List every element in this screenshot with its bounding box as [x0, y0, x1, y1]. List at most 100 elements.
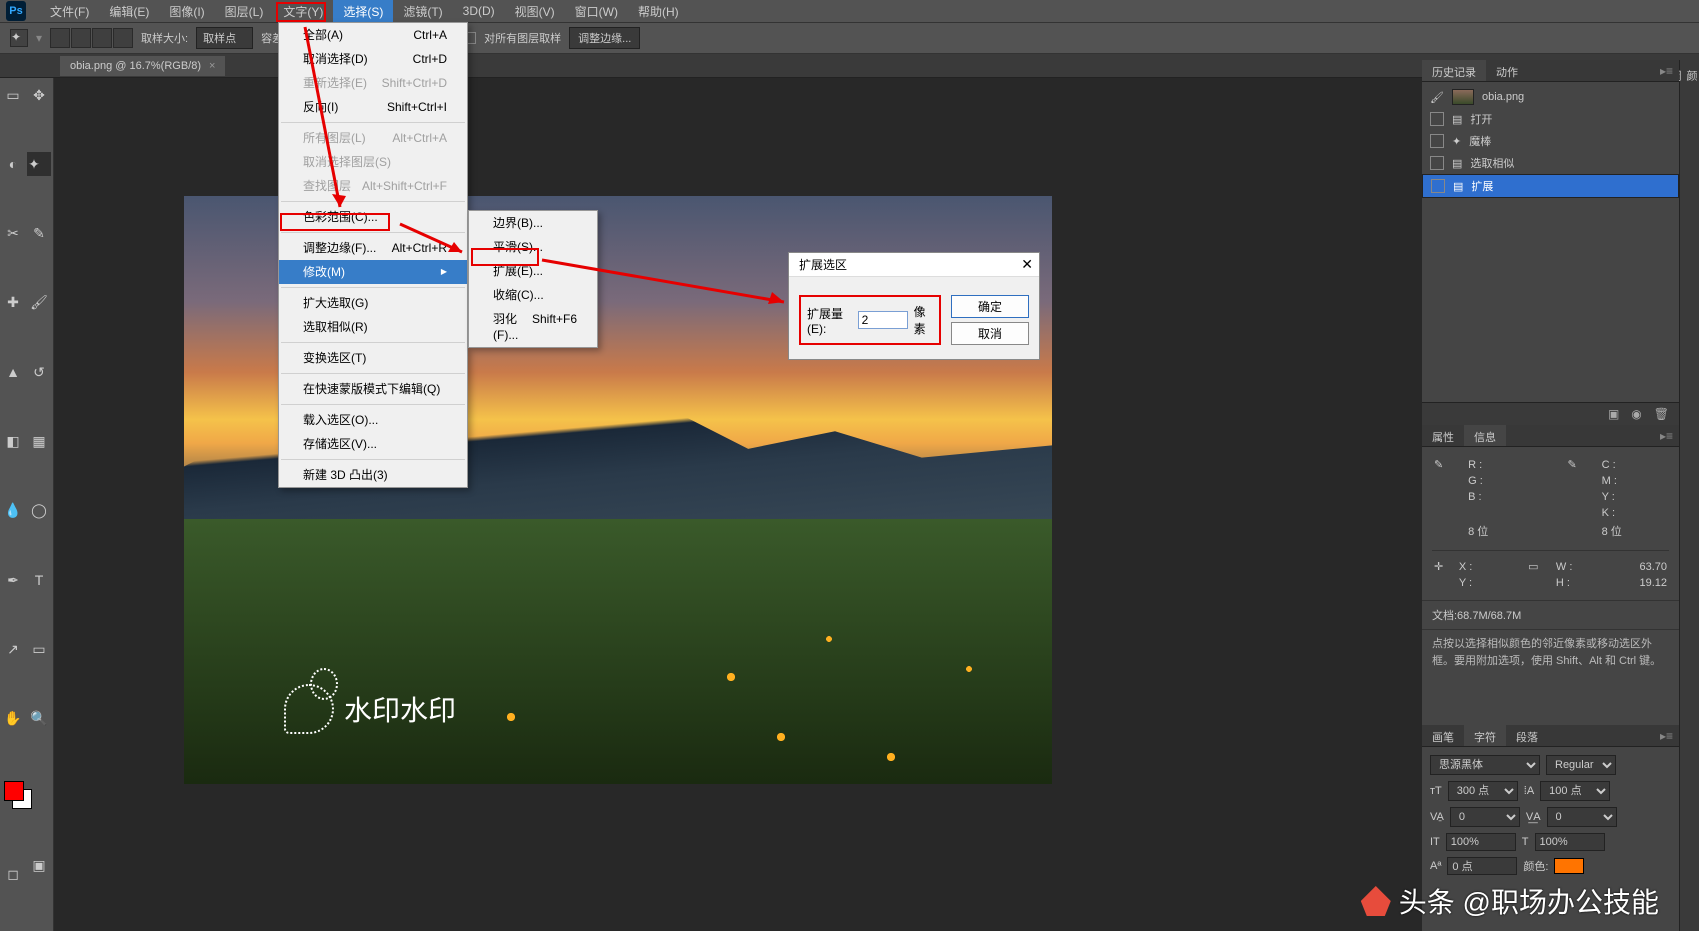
tracking-icon: V͟A: [1526, 811, 1541, 823]
history-tab[interactable]: 历史记录: [1422, 60, 1486, 81]
menu-all-layers: 所有图层(L)Alt+Ctrl+A: [279, 126, 467, 150]
history-row[interactable]: ✦魔棒: [1422, 130, 1679, 152]
refine-edge-button[interactable]: 调整边缘...: [569, 27, 640, 49]
history-snapshot[interactable]: 🖌 obia.png: [1422, 86, 1679, 108]
history-row[interactable]: ▤选取相似: [1422, 152, 1679, 174]
eraser-tool[interactable]: ◧: [1, 430, 25, 454]
panel-menu-icon[interactable]: ▸≡: [1654, 60, 1679, 81]
menu-grow[interactable]: 扩大选取(G): [279, 291, 467, 315]
menu-file[interactable]: 文件(F): [40, 0, 99, 23]
foreground-color[interactable]: [4, 781, 24, 801]
history-row[interactable]: ▤扩展: [1422, 174, 1679, 198]
menu-edit[interactable]: 编辑(E): [99, 0, 159, 23]
menu-help[interactable]: 帮助(H): [628, 0, 689, 23]
menu-layer[interactable]: 图层(L): [215, 0, 274, 23]
panel-menu-icon[interactable]: ▸≡: [1654, 425, 1679, 446]
submenu-expand[interactable]: 扩展(E)...: [469, 259, 597, 283]
menu-deselect-layers: 取消选择图层(S): [279, 150, 467, 174]
kerning-select[interactable]: 0: [1450, 807, 1520, 827]
sample-size-select[interactable]: 取样点: [196, 27, 253, 49]
submenu-smooth[interactable]: 平滑(S)...: [469, 235, 597, 259]
menu-modify[interactable]: 修改(M): [279, 260, 467, 284]
menu-new-3d-extrusion[interactable]: 新建 3D 凸出(3): [279, 463, 467, 487]
font-weight-select[interactable]: Regular: [1546, 755, 1616, 775]
selection-add[interactable]: [71, 28, 91, 48]
close-tab-icon[interactable]: ×: [209, 60, 215, 72]
tracking-select[interactable]: 0: [1547, 807, 1617, 827]
menu-transform-selection[interactable]: 变换选区(T): [279, 346, 467, 370]
brushes-tab[interactable]: 画笔: [1422, 725, 1464, 746]
selection-new[interactable]: [50, 28, 70, 48]
dialog-titlebar[interactable]: 扩展选区 ✕: [789, 253, 1039, 277]
camera-icon[interactable]: ◉: [1631, 407, 1641, 421]
eyedropper-tool[interactable]: ✎: [27, 222, 51, 246]
stamp-tool[interactable]: ▲: [1, 360, 25, 384]
font-family-select[interactable]: 思源黑体: [1430, 755, 1540, 775]
menu-filter[interactable]: 滤镜(T): [393, 0, 452, 23]
menu-color-range[interactable]: 色彩范围(C)...: [279, 205, 467, 229]
text-color-swatch[interactable]: [1554, 858, 1584, 874]
selection-intersect[interactable]: [113, 28, 133, 48]
current-tool-icon[interactable]: ✦: [10, 29, 28, 47]
move-tool[interactable]: ✥: [27, 83, 51, 107]
menu-window[interactable]: 窗口(W): [565, 0, 628, 23]
shape-tool[interactable]: ▭: [27, 638, 51, 662]
selection-subtract[interactable]: [92, 28, 112, 48]
actions-tab[interactable]: 动作: [1486, 60, 1528, 81]
screenmode-toggle[interactable]: ▣: [27, 854, 51, 878]
history-row[interactable]: ▤打开: [1422, 108, 1679, 130]
zoom-tool[interactable]: 🔍: [27, 707, 51, 731]
healing-tool[interactable]: ✚: [1, 291, 25, 315]
menu-3d[interactable]: 3D(D): [453, 1, 505, 21]
info-tab[interactable]: 信息: [1464, 425, 1506, 446]
dialog-ok-button[interactable]: 确定: [951, 295, 1029, 318]
history-brush-tool[interactable]: ↺: [27, 360, 51, 384]
brush-tool[interactable]: 🖌: [27, 291, 51, 315]
panel-menu-icon[interactable]: ▸≡: [1654, 725, 1679, 746]
trash-icon[interactable]: 🗑: [1654, 407, 1669, 421]
menu-inverse[interactable]: 反向(I)Shift+Ctrl+I: [279, 95, 467, 119]
font-size-select[interactable]: 300 点: [1448, 781, 1518, 801]
submenu-border[interactable]: 边界(B)...: [469, 211, 597, 235]
menu-save-selection[interactable]: 存储选区(V)...: [279, 432, 467, 456]
expand-amount-input[interactable]: [858, 311, 908, 329]
menu-type[interactable]: 文字(Y): [273, 0, 333, 23]
magic-wand-tool[interactable]: ✦: [27, 152, 51, 176]
character-tab[interactable]: 字符: [1464, 725, 1506, 746]
menu-select-all[interactable]: 全部(A)Ctrl+A: [279, 23, 467, 47]
submenu-feather[interactable]: 羽化(F)...Shift+F6: [469, 307, 597, 347]
blur-tool[interactable]: 💧: [1, 499, 25, 523]
menu-load-selection[interactable]: 载入选区(O)...: [279, 408, 467, 432]
menu-image[interactable]: 图像(I): [159, 0, 214, 23]
menu-deselect[interactable]: 取消选择(D)Ctrl+D: [279, 47, 467, 71]
pen-tool[interactable]: ✒: [1, 568, 25, 592]
menu-view[interactable]: 视图(V): [505, 0, 565, 23]
collapsed-panel-strip[interactable]: 颜 调: [1679, 60, 1699, 931]
paragraph-tab[interactable]: 段落: [1506, 725, 1548, 746]
hscale-input[interactable]: [1535, 833, 1605, 851]
leading-select[interactable]: 100 点: [1540, 781, 1610, 801]
gradient-tool[interactable]: ▦: [27, 430, 51, 454]
color-swatches[interactable]: [4, 781, 32, 809]
properties-tab[interactable]: 属性: [1422, 425, 1464, 446]
hand-tool[interactable]: ✋: [1, 707, 25, 731]
menu-select[interactable]: 选择(S): [333, 0, 393, 23]
vscale-input[interactable]: [1446, 833, 1516, 851]
lasso-tool[interactable]: ◐: [1, 152, 25, 176]
document-tab[interactable]: obia.png @ 16.7%(RGB/8) ×: [60, 56, 225, 76]
submenu-contract[interactable]: 收缩(C)...: [469, 283, 597, 307]
baseline-input[interactable]: [1447, 857, 1517, 875]
dialog-cancel-button[interactable]: 取消: [951, 322, 1029, 345]
quickmask-toggle[interactable]: ◻: [1, 863, 25, 887]
crop-tool[interactable]: ✂: [1, 222, 25, 246]
menu-quickmask-edit[interactable]: 在快速蒙版模式下编辑(Q): [279, 377, 467, 401]
menu-similar[interactable]: 选取相似(R): [279, 315, 467, 339]
new-snapshot-icon[interactable]: ▣: [1608, 407, 1619, 421]
path-tool[interactable]: ↗: [1, 638, 25, 662]
colors-panel-tab[interactable]: 颜: [1685, 70, 1697, 81]
marquee-tool[interactable]: ▭: [1, 83, 25, 107]
menu-refine-edge[interactable]: 调整边缘(F)...Alt+Ctrl+R: [279, 236, 467, 260]
dodge-tool[interactable]: ◯: [27, 499, 51, 523]
dialog-close-icon[interactable]: ✕: [1021, 256, 1033, 273]
type-tool[interactable]: T: [27, 568, 51, 592]
